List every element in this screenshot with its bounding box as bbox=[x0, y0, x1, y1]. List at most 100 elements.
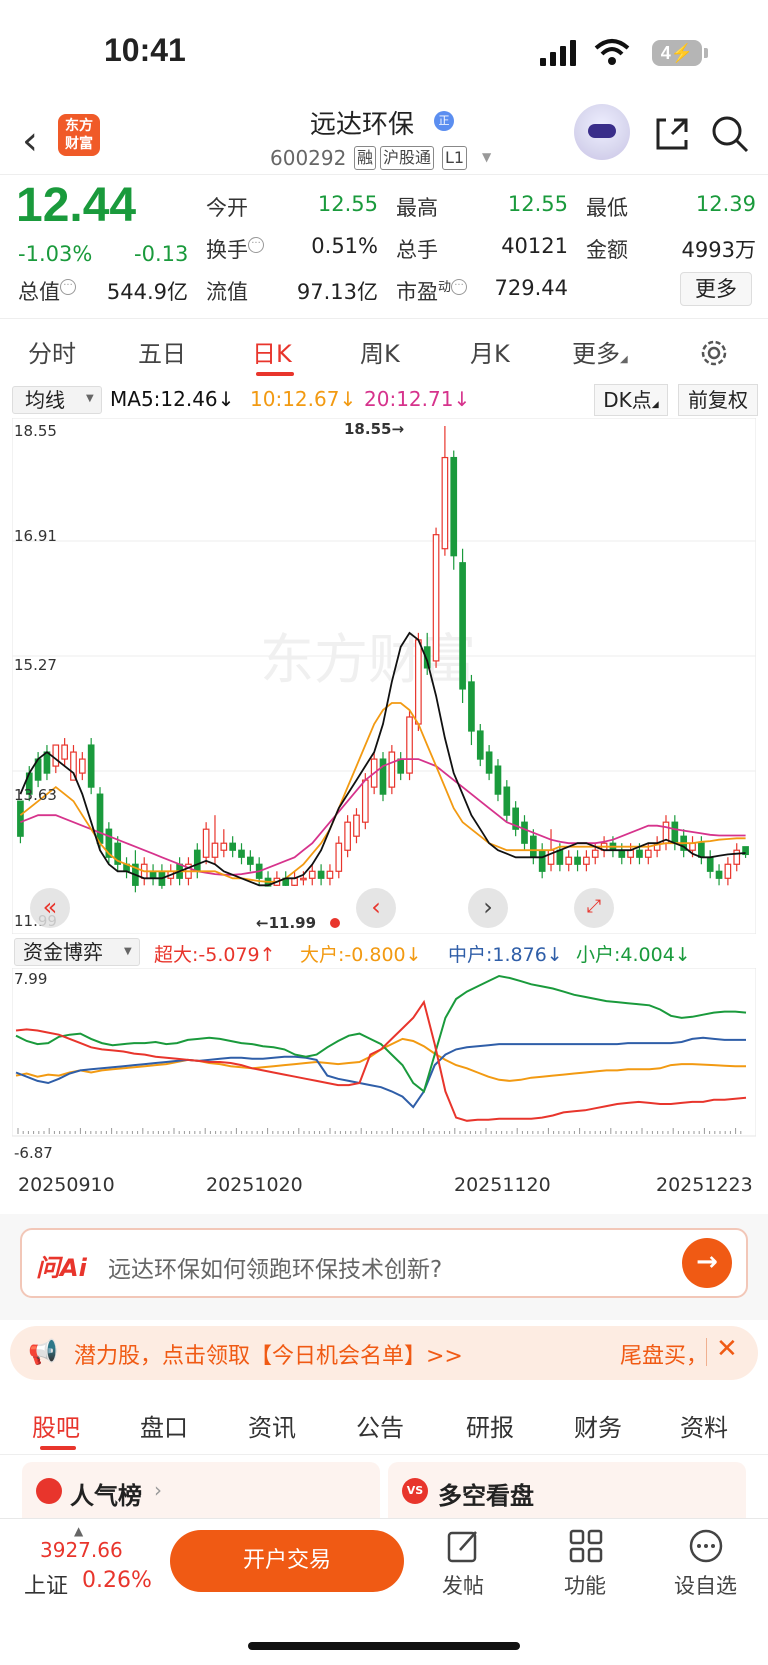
app-logo: 东方 财富 bbox=[58, 114, 100, 156]
edit-post-icon[interactable] bbox=[446, 1528, 482, 1564]
quote-label-float-cap: 流值 bbox=[206, 280, 248, 304]
tab-order-book[interactable]: 盘口 bbox=[140, 1408, 188, 1443]
watchlist-label[interactable]: 设自选 bbox=[674, 1570, 737, 1600]
open-account-trade-button[interactable]: 开户交易 bbox=[170, 1530, 404, 1592]
tab-finance[interactable]: 财务 bbox=[574, 1408, 622, 1443]
battery-nub bbox=[704, 48, 708, 58]
candle bbox=[706, 856, 714, 872]
divider bbox=[0, 174, 768, 175]
quote-value-volume: 40121 bbox=[501, 234, 568, 258]
candle bbox=[574, 856, 581, 865]
candle bbox=[644, 849, 652, 858]
tab-weekly-k[interactable]: 周K bbox=[360, 334, 400, 369]
candle bbox=[689, 842, 696, 851]
legend-ma20: 20:12.71↓ bbox=[364, 387, 471, 411]
candle bbox=[715, 870, 723, 879]
candle bbox=[521, 821, 528, 844]
chevron-down-icon[interactable]: ▼ bbox=[482, 150, 491, 164]
tab-profile[interactable]: 资料 bbox=[680, 1408, 728, 1443]
price-adjust-button[interactable]: 前复权 bbox=[678, 384, 758, 416]
logo-line2: 财富 bbox=[65, 136, 93, 152]
tab-five-day[interactable]: 五日 bbox=[138, 334, 186, 369]
tab-more[interactable]: 更多◢ bbox=[572, 334, 628, 369]
candle bbox=[317, 870, 325, 879]
more-button[interactable]: 更多 bbox=[680, 272, 752, 306]
dropdown-caret-icon: ▼ bbox=[124, 946, 132, 957]
grid-functions-icon[interactable] bbox=[568, 1528, 604, 1564]
legend-ma10: 10:12.67↓ bbox=[250, 387, 357, 411]
dk-point-button[interactable]: DK点◢ bbox=[594, 384, 668, 416]
gear-icon[interactable] bbox=[697, 336, 731, 370]
promo-right-text[interactable]: 尾盘买， bbox=[620, 1338, 708, 1370]
series-red-line bbox=[15, 999, 747, 1122]
scroll-left-icon[interactable]: ‹ bbox=[356, 888, 396, 928]
candle bbox=[291, 877, 298, 886]
candle bbox=[326, 870, 334, 879]
quote-label-volume: 总手 bbox=[396, 238, 438, 262]
candle bbox=[300, 877, 307, 881]
promo-text[interactable]: 潜力股，点击领取【今日机会名单】>> bbox=[74, 1338, 463, 1370]
candle bbox=[238, 849, 245, 858]
candle bbox=[583, 856, 590, 865]
candle bbox=[52, 744, 60, 767]
more-dots-icon[interactable] bbox=[688, 1528, 724, 1564]
fund-flow-select[interactable]: 资金博弈 bbox=[14, 938, 140, 966]
ask-ai-question[interactable]: 远达环保如何领跑环保技术创新? bbox=[108, 1250, 442, 1284]
info-icon[interactable]: ··· bbox=[248, 237, 264, 253]
candle bbox=[459, 562, 466, 690]
index-name[interactable]: 上证 bbox=[24, 1568, 68, 1600]
tab-daily-k[interactable]: 日K bbox=[252, 334, 292, 369]
candle bbox=[698, 842, 705, 858]
cellular-signal-icon bbox=[540, 40, 576, 66]
index-value[interactable]: 3927.66 bbox=[40, 1538, 123, 1562]
quote-value-pe: 729.44 bbox=[494, 276, 568, 300]
function-label[interactable]: 功能 bbox=[564, 1570, 606, 1600]
tab-forum[interactable]: 股吧 bbox=[32, 1408, 80, 1443]
popularity-title: 人气榜 bbox=[70, 1482, 142, 1510]
live-dot bbox=[330, 918, 340, 928]
candle bbox=[96, 793, 104, 844]
post-label[interactable]: 发帖 bbox=[442, 1570, 484, 1600]
tab-research[interactable]: 研报 bbox=[466, 1408, 514, 1443]
min-price-marker: ←11.99 bbox=[256, 914, 317, 932]
expand-icon[interactable]: ⤢ bbox=[574, 888, 614, 928]
home-indicator bbox=[248, 1642, 520, 1650]
search-icon[interactable] bbox=[710, 114, 750, 154]
candle bbox=[432, 534, 440, 662]
close-icon[interactable]: ✕ bbox=[716, 1334, 738, 1364]
tab-monthly-k[interactable]: 月K bbox=[470, 334, 510, 369]
candle bbox=[591, 849, 599, 858]
fund-flow-chart[interactable] bbox=[12, 968, 756, 1164]
back-icon[interactable]: ‹ bbox=[22, 118, 38, 164]
tab-intraday[interactable]: 分时 bbox=[28, 334, 76, 369]
status-bar: 10:41 4⚡ bbox=[0, 0, 768, 95]
chevron-right-icon: › bbox=[154, 1478, 162, 1502]
scroll-left-fast-icon[interactable]: « bbox=[30, 888, 70, 928]
scroll-right-icon[interactable]: › bbox=[468, 888, 508, 928]
index-percent[interactable]: 0.26% bbox=[82, 1568, 152, 1593]
ask-ai-logo: 问Ai bbox=[36, 1254, 87, 1282]
kline-chart[interactable]: 东方财富 bbox=[12, 418, 756, 934]
quote-value-float-cap: 97.13亿 bbox=[296, 280, 378, 304]
candle bbox=[308, 870, 316, 879]
info-icon[interactable]: ··· bbox=[60, 279, 76, 295]
megaphone-icon: 📢 bbox=[28, 1338, 58, 1366]
quote-label-amount: 金额 bbox=[586, 238, 628, 262]
quote-label-pe: 市盈动 ··· bbox=[396, 276, 468, 306]
candle bbox=[450, 456, 458, 557]
share-icon[interactable] bbox=[652, 114, 692, 154]
arrow-right-icon[interactable]: → bbox=[682, 1238, 732, 1288]
candle bbox=[415, 639, 422, 725]
tab-news[interactable]: 资讯 bbox=[248, 1408, 296, 1443]
battery-level: 4 bbox=[660, 43, 671, 63]
logo-line1: 东方 bbox=[65, 118, 93, 134]
candle bbox=[556, 849, 564, 865]
tab-announcements[interactable]: 公告 bbox=[356, 1408, 404, 1443]
info-icon[interactable]: ··· bbox=[451, 279, 468, 295]
quote-value-open: 12.55 bbox=[317, 192, 378, 216]
quote-label-high: 最高 bbox=[396, 196, 438, 220]
flow-axis-max: 7.99 bbox=[14, 970, 48, 988]
candle bbox=[636, 849, 643, 858]
candle bbox=[17, 800, 24, 837]
candle bbox=[335, 842, 343, 872]
